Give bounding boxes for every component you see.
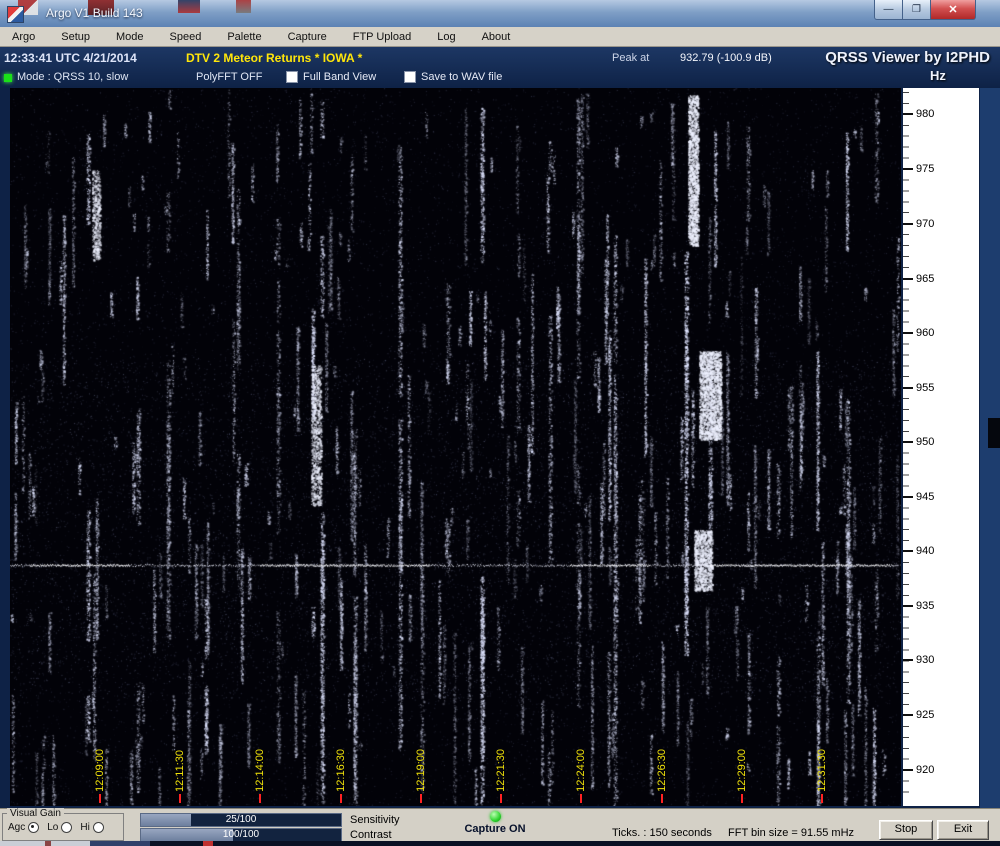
menu-palette[interactable]: Palette [227, 31, 261, 43]
agc-radio-option[interactable]: Agc [8, 822, 40, 833]
sensitivity-value: 25/100 [225, 814, 257, 825]
freq-tick-line-icon [903, 714, 913, 716]
visual-gain-title: Visual Gain [7, 808, 64, 819]
app-title: QRSS Viewer by I2PHD [825, 49, 990, 66]
spectrogram-canvas[interactable] [10, 88, 901, 806]
full-band-view-label: Full Band View [303, 71, 377, 83]
sensitivity-label: Sensitivity [350, 814, 400, 826]
control-bar: Visual Gain Agc Lo Hi 25/100 100/100 Sen… [0, 808, 1000, 842]
contrast-label: Contrast [350, 829, 392, 841]
minimize-button[interactable]: — [874, 0, 903, 20]
desktop-strip-bottom [0, 841, 1000, 846]
freq-tick-line-icon [903, 769, 913, 771]
frequency-scale: 980 975 970 965 960 955 950 945 940 935 … [903, 88, 979, 806]
background-window-fragment [178, 0, 200, 13]
freq-tick: 945 [903, 491, 934, 503]
background-window-fragment [236, 0, 251, 13]
freq-tick: 970 [903, 218, 934, 230]
window-title: Argo V1 Build 143 [46, 6, 143, 20]
freq-tick: 950 [903, 436, 934, 448]
checkbox-icon [286, 71, 298, 83]
freq-tick: 920 [903, 764, 934, 776]
freq-tick: 935 [903, 600, 934, 612]
menu-log[interactable]: Log [437, 31, 455, 43]
freq-tick-line-icon [903, 387, 913, 389]
freq-tick-line-icon [903, 168, 913, 170]
taskbar-fragment [0, 841, 150, 846]
freq-tick: 960 [903, 327, 934, 339]
freq-tick-line-icon [903, 605, 913, 607]
window-titlebar[interactable]: Argo V1 Build 143 — ❐ ✕ [0, 0, 1000, 28]
contrast-slider[interactable]: 100/100 [140, 828, 342, 842]
argo-application-window: Argo V1 Build 143 — ❐ ✕ Argo Setup Mode … [0, 0, 1000, 846]
polyfft-status: PolyFFT OFF [196, 71, 263, 83]
freq-tick-line-icon [903, 441, 913, 443]
session-banner: DTV 2 Meteor Returns * IOWA * [186, 51, 363, 65]
lo-radio-option[interactable]: Lo [47, 822, 73, 833]
freq-tick: 975 [903, 163, 934, 175]
visual-gain-group: Visual Gain Agc Lo Hi [2, 808, 124, 841]
agc-radio-icon[interactable] [28, 822, 40, 833]
freq-tick: 955 [903, 382, 934, 394]
window-controls: — ❐ ✕ [874, 0, 976, 20]
close-button[interactable]: ✕ [931, 0, 976, 20]
utc-timestamp: 12:33:41 UTC 4/21/2014 [4, 51, 137, 65]
freq-tick: 940 [903, 545, 934, 557]
freq-tick-line-icon [903, 550, 913, 552]
stop-button[interactable]: Stop [879, 820, 933, 840]
hi-radio-option[interactable]: Hi [80, 822, 104, 833]
capture-indicator: Capture ON [455, 811, 535, 835]
full-band-view-checkbox[interactable]: Full Band View [286, 71, 376, 83]
mode-led-icon [4, 74, 12, 82]
freq-tick: 925 [903, 709, 934, 721]
taskbar-fragment [203, 841, 213, 846]
menu-about[interactable]: About [482, 31, 511, 43]
argo-app-icon [7, 6, 24, 23]
exit-button[interactable]: Exit [937, 820, 989, 840]
capture-status: Capture ON [464, 823, 526, 835]
menu-argo[interactable]: Argo [12, 31, 35, 43]
peak-value: 932.79 (-100.9 dB) [680, 52, 772, 64]
peak-label: Peak at [612, 52, 650, 64]
freq-tick: 930 [903, 654, 934, 666]
status-header: 12:33:41 UTC 4/21/2014 DTV 2 Meteor Retu… [0, 47, 1000, 88]
mode-status: Mode : QRSS 10, slow [17, 71, 129, 83]
spectrogram-panel: 12:09:00 12:11:30 12:14:00 12:16:30 12:1… [0, 88, 1000, 808]
sensitivity-slider[interactable]: 25/100 [140, 813, 342, 827]
capture-led-icon [489, 811, 501, 822]
maximize-button[interactable]: ❐ [903, 0, 931, 20]
freq-tick-line-icon [903, 278, 913, 280]
ticks-info: Ticks. : 150 seconds [612, 827, 712, 839]
freq-tick: 965 [903, 273, 934, 285]
freq-tick-line-icon [903, 332, 913, 334]
save-to-wav-label: Save to WAV file [421, 71, 503, 83]
freq-tick-line-icon [903, 223, 913, 225]
lo-radio-icon[interactable] [61, 822, 73, 833]
freq-tick-line-icon [903, 113, 913, 115]
contrast-value: 100/100 [222, 829, 260, 840]
menu-ftp-upload[interactable]: FTP Upload [353, 31, 412, 43]
menu-capture[interactable]: Capture [288, 31, 327, 43]
freq-tick: 980 [903, 108, 934, 120]
checkbox-icon [404, 71, 416, 83]
menu-setup[interactable]: Setup [61, 31, 90, 43]
freq-tick-line-icon [903, 496, 913, 498]
menu-bar: Argo Setup Mode Speed Palette Capture FT… [0, 27, 1000, 47]
save-to-wav-checkbox[interactable]: Save to WAV file [404, 71, 502, 83]
fft-bin-info: FFT bin size = 91.55 mHz [728, 827, 855, 839]
menu-mode[interactable]: Mode [116, 31, 144, 43]
hi-radio-icon[interactable] [92, 822, 104, 833]
menu-speed[interactable]: Speed [170, 31, 202, 43]
desktop-strip-right [980, 88, 1000, 808]
frequency-unit-label: Hz [930, 68, 946, 83]
desktop-notch [988, 418, 1000, 448]
freq-tick-line-icon [903, 659, 913, 661]
